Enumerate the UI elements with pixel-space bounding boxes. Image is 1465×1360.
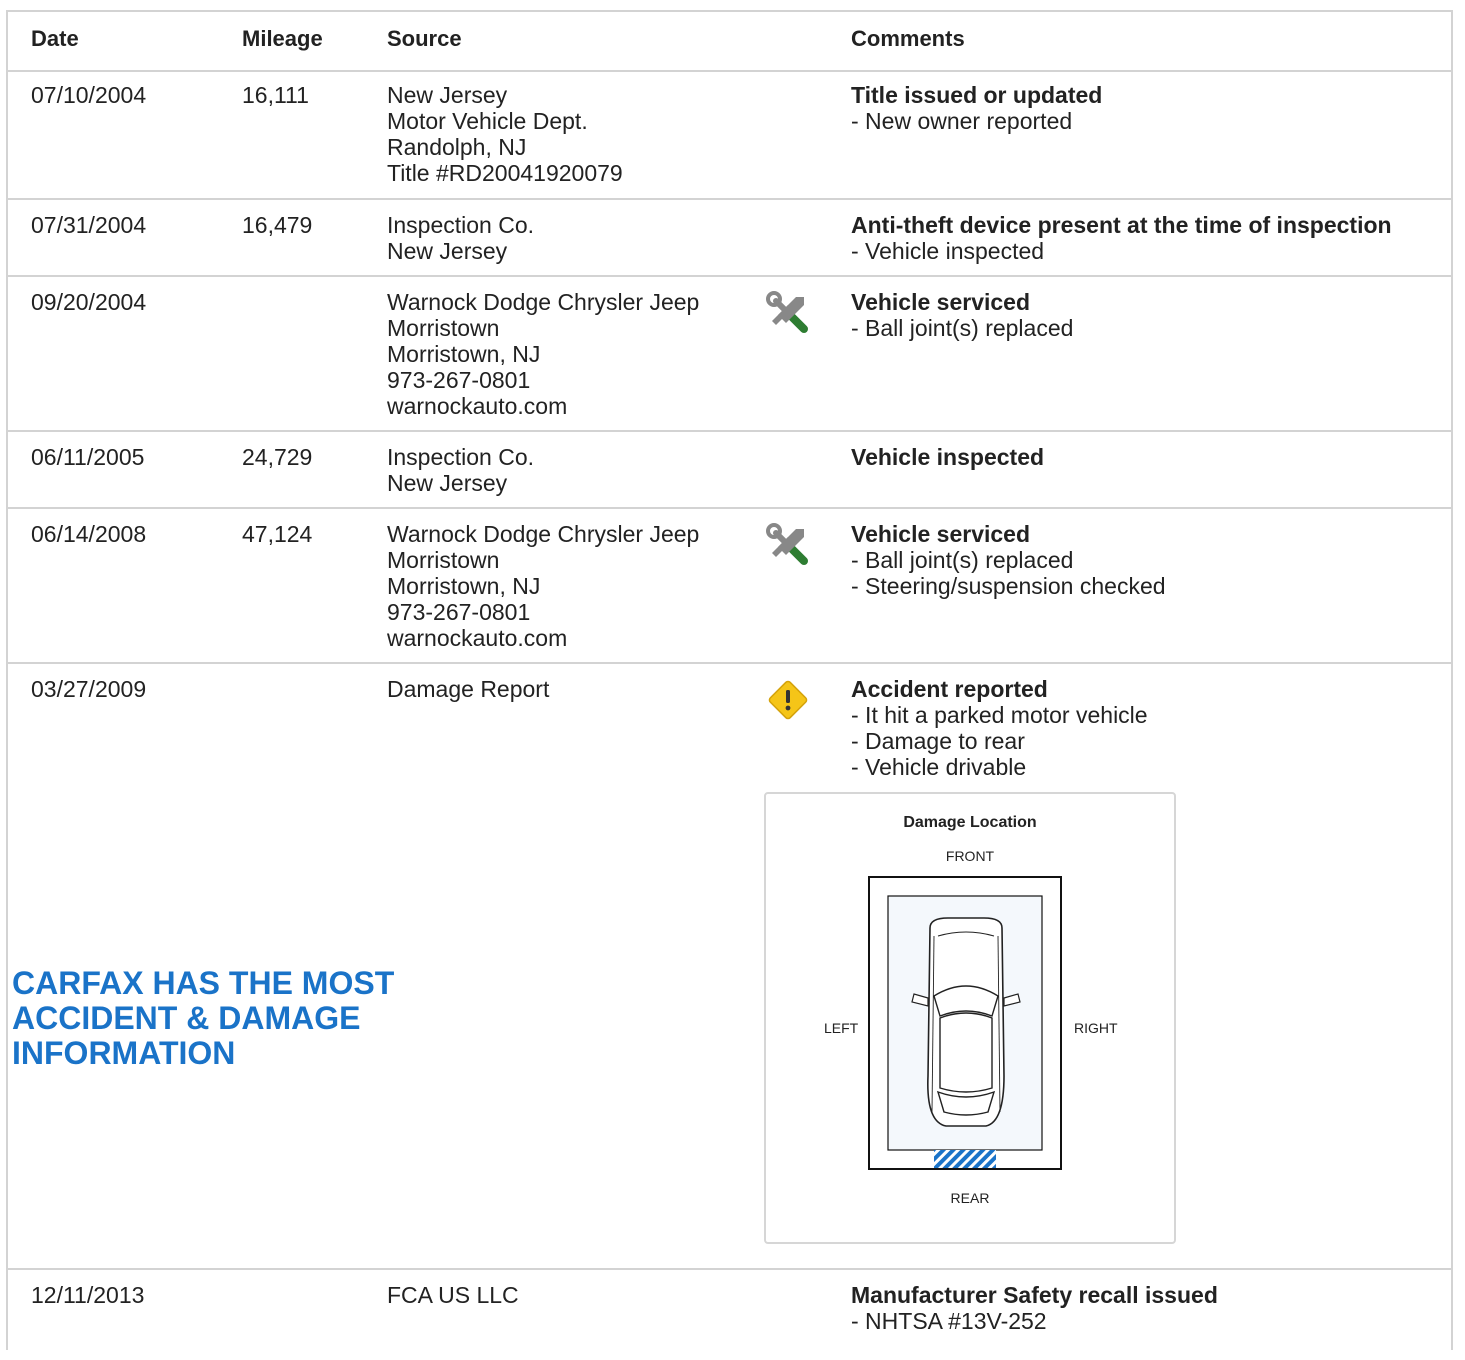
comment-item: - Steering/suspension checked: [851, 573, 1166, 599]
row-mileage: 24,729: [242, 444, 313, 470]
comment-item: - Vehicle inspected: [851, 238, 1045, 264]
comment-title: Anti-theft device present at the time of…: [851, 212, 1392, 238]
vehicle-history-table: Date Mileage Source Comments 07/10/2004 …: [6, 10, 1453, 1350]
row-source: Damage Report: [387, 676, 549, 702]
source-line: Morristown: [387, 315, 500, 341]
row-comments: Vehicle serviced - Ball joint(s) replace…: [851, 289, 1073, 341]
car-top-view-icon: [868, 876, 1062, 1170]
comment-title: Vehicle serviced: [851, 289, 1031, 315]
rear-label: REAR: [950, 1190, 990, 1206]
source-line: New Jersey: [387, 470, 508, 496]
rear-damage-highlight: [934, 1150, 996, 1168]
accident-warning-icon: [766, 678, 810, 722]
source-line: Inspection Co.: [387, 212, 535, 238]
right-label: RIGHT: [1074, 1020, 1118, 1036]
comment-item: - Ball joint(s) replaced: [851, 547, 1074, 573]
table-row: 07/10/2004 16,111 New Jersey Motor Vehic…: [8, 70, 1453, 200]
left-label: LEFT: [824, 1020, 859, 1036]
row-mileage: 16,479: [242, 212, 313, 238]
source-line: Morristown: [387, 547, 500, 573]
row-mileage: 16,111: [242, 82, 309, 108]
source-line: 973-267-0801: [387, 367, 531, 393]
row-comments: Accident reported - It hit a parked moto…: [851, 676, 1148, 780]
source-line: Motor Vehicle Dept.: [387, 108, 588, 134]
source-line: Randolph, NJ: [387, 134, 527, 160]
header-mileage: Mileage: [242, 26, 323, 51]
carfax-promo-text: CARFAX HAS THE MOST ACCIDENT & DAMAGE IN…: [12, 966, 432, 1071]
comment-title: Manufacturer Safety recall issued: [851, 1282, 1218, 1308]
promo-line: CARFAX HAS THE MOST: [12, 965, 395, 1001]
table-header: Date Mileage Source Comments: [8, 12, 1453, 72]
row-date: 07/31/2004: [31, 212, 147, 238]
row-comments: Vehicle inspected: [851, 444, 1044, 470]
promo-line: INFORMATION: [12, 1035, 236, 1071]
row-source: FCA US LLC: [387, 1282, 519, 1308]
source-line: Warnock Dodge Chrysler Jeep: [387, 289, 700, 315]
source-line: Title #RD20041920079: [387, 160, 623, 186]
table-row: 06/14/2008 47,124 Warnock Dodge Chrysler…: [8, 509, 1453, 664]
comment-title: Accident reported: [851, 676, 1048, 702]
source-line: Morristown, NJ: [387, 573, 541, 599]
source-line: warnockauto.com: [387, 625, 568, 651]
row-source: New Jersey Motor Vehicle Dept. Randolph,…: [387, 82, 623, 186]
comment-item: - Vehicle drivable: [851, 754, 1027, 780]
row-source: Inspection Co. New Jersey: [387, 444, 534, 496]
source-line: Damage Report: [387, 676, 550, 702]
source-line: warnockauto.com: [387, 393, 568, 419]
damage-diagram-title: Damage Location: [903, 814, 1037, 831]
row-date: 07/10/2004: [31, 82, 147, 108]
row-comments: Title issued or updated - New owner repo…: [851, 82, 1102, 134]
row-source: Warnock Dodge Chrysler Jeep Morristown M…: [387, 521, 699, 651]
row-source: Warnock Dodge Chrysler Jeep Morristown M…: [387, 289, 699, 419]
source-line: Inspection Co.: [387, 444, 535, 470]
source-line: 973-267-0801: [387, 599, 531, 625]
comment-item: - NHTSA #13V-252: [851, 1308, 1047, 1334]
row-date: 09/20/2004: [31, 289, 147, 315]
service-wrench-icon: [766, 523, 810, 567]
row-date: 03/27/2009: [31, 676, 147, 702]
header-source: Source: [387, 26, 462, 51]
comment-title: Vehicle serviced: [851, 521, 1031, 547]
source-line: New Jersey: [387, 82, 508, 108]
comment-item: - Damage to rear: [851, 728, 1025, 754]
row-date: 06/14/2008: [31, 521, 147, 547]
comment-item: - Ball joint(s) replaced: [851, 315, 1074, 341]
table-row: 06/11/2005 24,729 Inspection Co. New Jer…: [8, 432, 1453, 509]
table-row: 12/11/2013 FCA US LLC Manufacturer Safet…: [8, 1270, 1453, 1360]
damage-location-diagram: Damage Location FRONT REAR LEFT RIGHT: [764, 792, 1176, 1244]
comment-item: - New owner reported: [851, 108, 1073, 134]
service-wrench-icon: [766, 291, 810, 335]
table-row: 09/20/2004 Warnock Dodge Chrysler Jeep M…: [8, 277, 1453, 432]
source-line: Warnock Dodge Chrysler Jeep: [387, 521, 700, 547]
promo-line: ACCIDENT & DAMAGE: [12, 1000, 361, 1036]
source-line: Morristown, NJ: [387, 341, 541, 367]
row-comments: Anti-theft device present at the time of…: [851, 212, 1392, 264]
row-comments: Manufacturer Safety recall issued - NHTS…: [851, 1282, 1218, 1334]
comment-title: Vehicle inspected: [851, 444, 1045, 470]
header-comments: Comments: [851, 26, 965, 51]
comment-item: - It hit a parked motor vehicle: [851, 702, 1148, 728]
source-line: New Jersey: [387, 238, 508, 264]
table-row: 07/31/2004 16,479 Inspection Co. New Jer…: [8, 200, 1453, 277]
row-source: Inspection Co. New Jersey: [387, 212, 534, 264]
source-line: FCA US LLC: [387, 1282, 519, 1308]
row-comments: Vehicle serviced - Ball joint(s) replace…: [851, 521, 1166, 599]
header-date: Date: [31, 26, 79, 51]
row-date: 12/11/2013: [31, 1282, 145, 1308]
row-mileage: 47,124: [242, 521, 313, 547]
row-date: 06/11/2005: [31, 444, 145, 470]
front-label: FRONT: [945, 848, 995, 864]
comment-title: Title issued or updated: [851, 82, 1103, 108]
